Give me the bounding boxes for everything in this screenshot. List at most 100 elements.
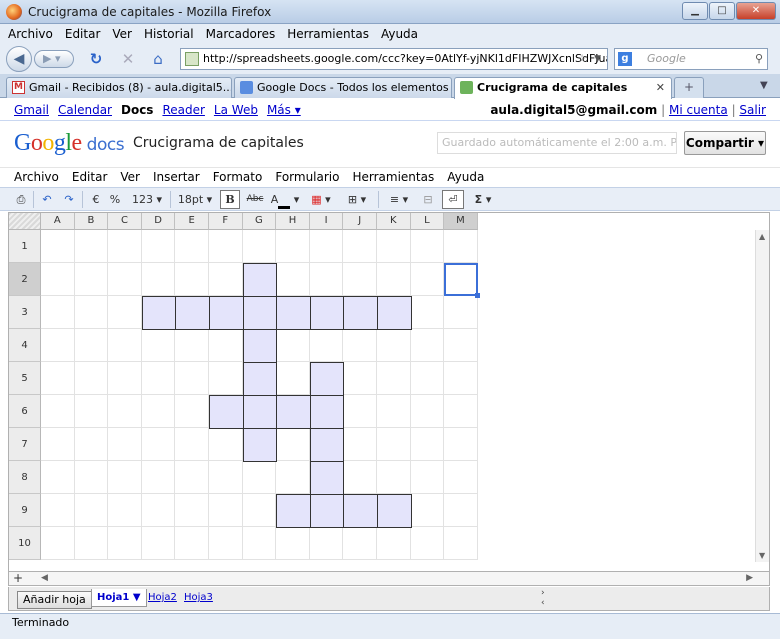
google-search-engine-icon[interactable]: g (618, 52, 632, 66)
cell-F2[interactable] (209, 263, 243, 296)
crossword-cell-G3[interactable] (242, 296, 278, 330)
cell-B6[interactable] (74, 395, 109, 428)
row-header-5[interactable]: 5 (9, 362, 41, 395)
cell-B1[interactable] (74, 230, 109, 263)
signout-link[interactable]: Salir (739, 103, 766, 117)
sum-functions-button[interactable]: Σ ▾ (468, 190, 498, 209)
menu-ver[interactable]: Ver (120, 168, 140, 187)
column-header-M[interactable]: M (444, 213, 478, 230)
column-header-D[interactable]: D (141, 213, 176, 230)
column-header-H[interactable]: H (276, 213, 310, 230)
cell-C10[interactable] (108, 527, 142, 560)
column-header-E[interactable]: E (175, 213, 209, 230)
close-window-button[interactable]: ✕ (736, 2, 776, 20)
cell-C1[interactable] (108, 230, 142, 263)
cell-C9[interactable] (108, 494, 142, 527)
cell-L8[interactable] (410, 461, 445, 494)
cell-D10[interactable] (141, 527, 176, 560)
maximize-button[interactable]: □ (709, 2, 735, 20)
browser-menu-historial[interactable]: Historial (144, 27, 194, 41)
cell-E8[interactable] (175, 461, 209, 494)
crossword-cell-K3[interactable] (377, 296, 412, 330)
forward-icon[interactable]: ▶ ▾ (34, 50, 74, 68)
menu-herramientas[interactable]: Herramientas (352, 168, 434, 187)
cell-E10[interactable] (175, 527, 209, 560)
column-header-K[interactable]: K (377, 213, 411, 230)
scroll-down-icon[interactable]: ▼ (759, 551, 765, 560)
cell-K8[interactable] (377, 461, 411, 494)
cell-M6[interactable] (444, 395, 478, 428)
cell-J5[interactable] (343, 362, 377, 395)
crossword-cell-G5[interactable] (242, 362, 278, 396)
cell-E2[interactable] (175, 263, 209, 296)
merge-cells-icon[interactable]: ⊟ (418, 190, 438, 209)
sheet-tab-hoja1[interactable]: Hoja1 ▼ (91, 589, 147, 607)
percent-format-button[interactable]: % (107, 190, 123, 209)
crossword-cell-E3[interactable] (175, 296, 210, 330)
cell-G10[interactable] (242, 527, 277, 560)
cell-F5[interactable] (209, 362, 243, 395)
cell-K6[interactable] (377, 395, 411, 428)
cell-E5[interactable] (175, 362, 209, 395)
crossword-cell-I7[interactable] (309, 428, 345, 462)
stop-icon[interactable]: ✕ (118, 50, 138, 68)
cell-C4[interactable] (108, 329, 142, 362)
cell-C3[interactable] (108, 296, 142, 329)
column-header-F[interactable]: F (209, 213, 243, 230)
cell-J7[interactable] (343, 428, 377, 461)
cell-F8[interactable] (209, 461, 243, 494)
cell-K1[interactable] (377, 230, 411, 263)
search-icon[interactable]: ⚲ (755, 49, 763, 69)
tab-list-icon[interactable]: ▼ (760, 80, 768, 91)
strikethrough-button[interactable]: Abc (244, 190, 266, 209)
crossword-cell-H3[interactable] (276, 296, 311, 330)
text-color-icon[interactable]: A ▾ (270, 190, 300, 209)
cell-M3[interactable] (444, 296, 478, 329)
cell-K10[interactable] (377, 527, 411, 560)
cell-D5[interactable] (141, 362, 176, 395)
bookmark-star-icon[interactable]: ☆ (577, 49, 587, 69)
cell-F7[interactable] (209, 428, 243, 461)
menu-ayuda[interactable]: Ayuda (447, 168, 484, 187)
add-rows-plus[interactable]: + (13, 571, 23, 585)
spreadsheet-grid[interactable]: ▲ ▼ A B C D E F G H I J K L M 1 2 3 4 5 6 7 8 9 10 (8, 212, 770, 572)
cell-E9[interactable] (175, 494, 209, 527)
browser-menu-herramientas[interactable]: Herramientas (287, 27, 369, 41)
cell-K4[interactable] (377, 329, 411, 362)
number-format-dropdown[interactable]: 123 ▾ (128, 190, 166, 209)
row-header-9[interactable]: 9 (9, 494, 41, 527)
cell-M2[interactable] (444, 263, 478, 296)
wrap-text-icon[interactable]: ⏎ (442, 190, 464, 209)
cell-A10[interactable] (41, 527, 75, 560)
menu-archivo[interactable]: Archivo (14, 168, 59, 187)
cell-L5[interactable] (410, 362, 445, 395)
cell-I1[interactable] (309, 230, 344, 263)
browser-menu-marcadores[interactable]: Marcadores (206, 27, 276, 41)
horizontal-scrollbar[interactable]: + ◀ ▶ (8, 571, 770, 586)
cell-I2[interactable] (309, 263, 344, 296)
crossword-cell-J3[interactable] (343, 296, 378, 330)
my-account-link[interactable]: Mi cuenta (669, 103, 728, 117)
cell-A2[interactable] (41, 263, 75, 296)
cell-A1[interactable] (41, 230, 75, 263)
cell-K7[interactable] (377, 428, 411, 461)
cell-J10[interactable] (343, 527, 377, 560)
reload-icon[interactable]: ↻ (86, 50, 106, 68)
vertical-scrollbar[interactable]: ▲ ▼ (755, 230, 769, 562)
browser-menu-ver[interactable]: Ver (112, 27, 132, 41)
row-header-10[interactable]: 10 (9, 527, 41, 560)
cell-A9[interactable] (41, 494, 75, 527)
scroll-right-icon[interactable]: ▶ (746, 573, 753, 583)
row-header-8[interactable]: 8 (9, 461, 41, 494)
add-sheet-button[interactable]: Añadir hoja (17, 591, 92, 609)
cell-G1[interactable] (242, 230, 277, 263)
cell-A7[interactable] (41, 428, 75, 461)
browser-menu-editar[interactable]: Editar (65, 27, 101, 41)
cell-C8[interactable] (108, 461, 142, 494)
crossword-cell-I9[interactable] (309, 494, 345, 528)
share-button[interactable]: Compartir ▾ (684, 131, 766, 155)
cell-J1[interactable] (343, 230, 377, 263)
cell-M9[interactable] (444, 494, 478, 527)
cell-M4[interactable] (444, 329, 478, 362)
cell-C6[interactable] (108, 395, 142, 428)
